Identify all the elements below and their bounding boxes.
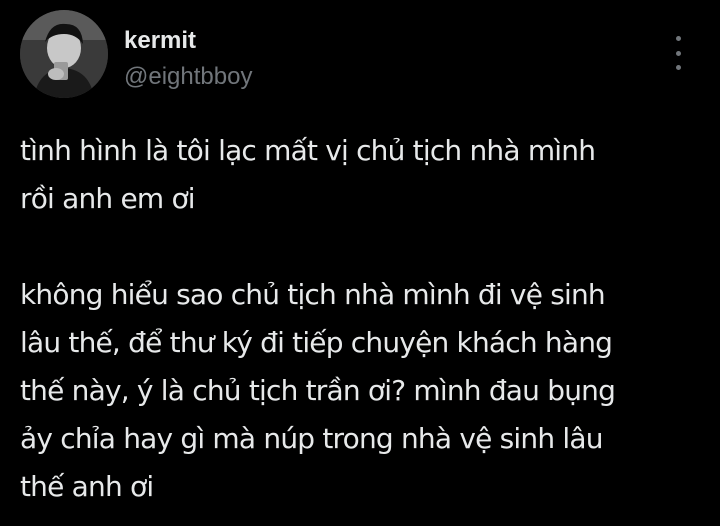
user-info: kermit @eightbboy [124, 26, 252, 92]
tweet-text: tình hình là tôi lạc mất vị chủ tịch nhà… [20, 127, 710, 511]
tweet-header: kermit @eightbboy [20, 10, 700, 106]
tweet-line: thế anh ơi [20, 470, 154, 503]
more-options-icon[interactable] [668, 36, 688, 70]
tweet-line: ảy chỉa hay gì mà núp trong nhà vệ sinh … [20, 422, 603, 455]
tweet-line: lâu thế, để thư ký đi tiếp chuyện khách … [20, 326, 613, 359]
dot [675, 36, 681, 41]
dot [675, 50, 681, 56]
tweet-line: rồi anh em ơi [20, 182, 196, 215]
dot [675, 65, 681, 70]
tweet-line: không hiểu sao chủ tịch nhà mình đi vệ s… [20, 278, 606, 311]
tweet-paragraph-1: tình hình là tôi lạc mất vị chủ tịch nhà… [20, 127, 710, 223]
user-handle[interactable]: @eightbboy [124, 62, 252, 92]
avatar[interactable] [20, 10, 108, 98]
display-name[interactable]: kermit [124, 26, 252, 56]
tweet-card: kermit @eightbboy tình hình là tôi lạc m… [0, 0, 720, 526]
avatar-photo [20, 10, 108, 98]
tweet-line: tình hình là tôi lạc mất vị chủ tịch nhà… [20, 134, 596, 167]
tweet-paragraph-2: không hiểu sao chủ tịch nhà mình đi vệ s… [20, 271, 710, 511]
tweet-line: thế này, ý là chủ tịch trần ơi? mình đau… [20, 374, 616, 407]
